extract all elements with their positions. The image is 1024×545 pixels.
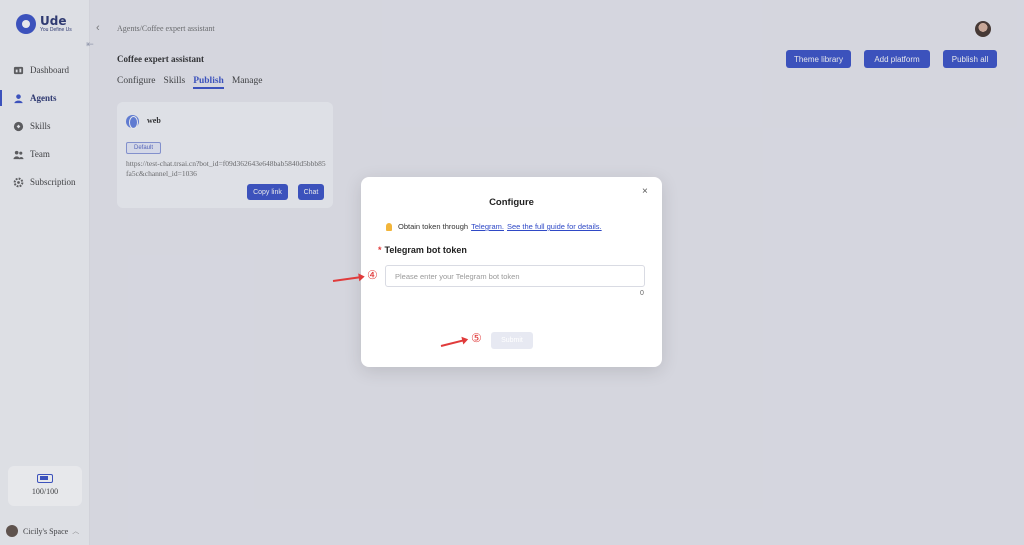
char-counter: 0 [640, 290, 644, 297]
close-icon[interactable]: × [642, 186, 648, 197]
hint-text: Obtain token through [398, 222, 469, 231]
token-hint: Obtain token through Telegram. See the f… [386, 222, 602, 231]
token-field-label: * Telegram bot token [378, 245, 467, 255]
telegram-token-input[interactable] [385, 265, 645, 287]
submit-button[interactable]: Submit [491, 332, 533, 349]
telegram-link[interactable]: Telegram. [471, 222, 504, 231]
step-5-marker: ⑤ [471, 331, 482, 345]
configure-modal: Configure × Obtain token through Telegra… [361, 177, 662, 367]
token-label-text: Telegram bot token [384, 245, 467, 255]
step-4-marker: ④ [367, 268, 378, 282]
modal-title: Configure [489, 197, 534, 208]
guide-link[interactable]: See the full guide for details. [507, 222, 602, 231]
required-mark: * [378, 245, 382, 255]
lightbulb-icon [386, 222, 392, 231]
